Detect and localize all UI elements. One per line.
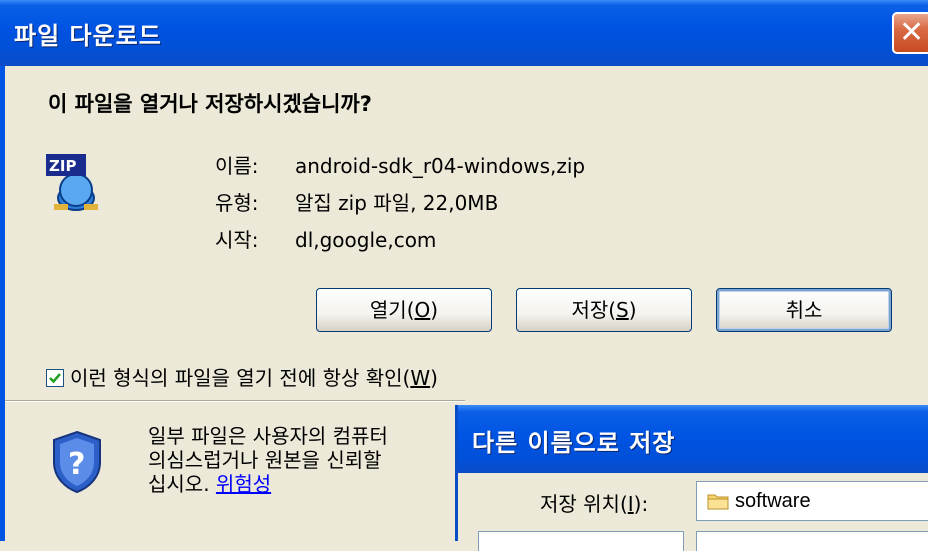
- save-location-value: software: [735, 490, 811, 512]
- file-type-row: 유형: 알집 zip 파일, 22,0MB: [215, 187, 498, 216]
- name-label: 이름:: [215, 154, 259, 178]
- svg-text:ZIP: ZIP: [49, 157, 76, 175]
- save-location-label: 저장 위치(I):: [540, 488, 648, 517]
- save-as-title-bar[interactable]: 다른 이름으로 저장: [458, 405, 928, 473]
- save-as-dialog: 다른 이름으로 저장 저장 위치(I): software: [455, 405, 928, 551]
- save-as-title: 다른 이름으로 저장: [472, 429, 676, 457]
- save-location-dropdown[interactable]: software: [696, 481, 928, 521]
- file-source-row: 시작: dl,google,com: [215, 224, 436, 253]
- always-ask-suffix: ): [430, 366, 438, 390]
- dialog-question: 이 파일을 열거나 저장하시겠습니까?: [48, 92, 372, 116]
- open-button-hotkey: O: [414, 298, 431, 322]
- from-label: 시작:: [215, 228, 259, 252]
- save-button-label: 저장(: [571, 298, 617, 322]
- file-name-value: android-sdk_r04-windows,zip: [295, 154, 586, 178]
- cancel-button-label: 취소: [785, 298, 823, 322]
- save-button-hotkey: S: [616, 298, 629, 322]
- file-source-value: dl,google,com: [295, 228, 437, 252]
- open-button-suffix: ): [430, 298, 439, 322]
- open-button-label: 열기(: [369, 298, 415, 322]
- always-ask-option[interactable]: 이런 형식의 파일을 열기 전에 항상 확인(W): [46, 362, 438, 391]
- save-button-suffix: ): [628, 298, 637, 322]
- divider: [5, 400, 465, 402]
- places-bar: [478, 531, 684, 551]
- cancel-button[interactable]: 취소: [716, 288, 892, 332]
- warning-line-1: 일부 파일은 사용자의 컴퓨터: [148, 424, 388, 448]
- window-frame: [0, 66, 5, 541]
- risk-link[interactable]: 위험성: [216, 472, 271, 496]
- file-type-value: 알집 zip 파일, 22,0MB: [295, 191, 499, 215]
- save-location-suffix: ):: [633, 492, 649, 516]
- security-warning-text: 일부 파일은 사용자의 컴퓨터 의심스럽거나 원본을 신뢰할 십시오. 위험성: [148, 424, 468, 496]
- svg-text:?: ?: [68, 447, 85, 482]
- file-list[interactable]: [696, 531, 928, 551]
- always-ask-checkbox[interactable]: [46, 368, 64, 387]
- warning-line-2: 의심스럽거나 원본을 신뢰할: [148, 448, 382, 472]
- security-shield-icon: ?: [53, 430, 101, 494]
- folder-icon: [707, 494, 729, 510]
- always-ask-hotkey: W: [410, 366, 431, 390]
- open-button[interactable]: 열기(O): [316, 288, 492, 332]
- close-button[interactable]: ✕: [892, 12, 928, 54]
- warning-line-3: 십시오. 위험성: [148, 472, 468, 496]
- warning-line-3-text: 십시오.: [148, 472, 216, 496]
- save-button[interactable]: 저장(S): [516, 288, 692, 332]
- file-name-row: 이름: android-sdk_r04-windows,zip: [215, 150, 585, 179]
- close-icon: ✕: [899, 15, 925, 50]
- type-label: 유형:: [215, 191, 259, 215]
- title-bar[interactable]: 파일 다운로드 ✕: [0, 0, 928, 66]
- always-ask-label: 이런 형식의 파일을 열기 전에 항상 확인(: [70, 366, 411, 390]
- dialog-title: 파일 다운로드: [14, 22, 162, 50]
- zip-file-icon: ZIP: [46, 154, 98, 211]
- checkmark-icon: [49, 372, 61, 383]
- save-location-text: 저장 위치(: [540, 492, 628, 516]
